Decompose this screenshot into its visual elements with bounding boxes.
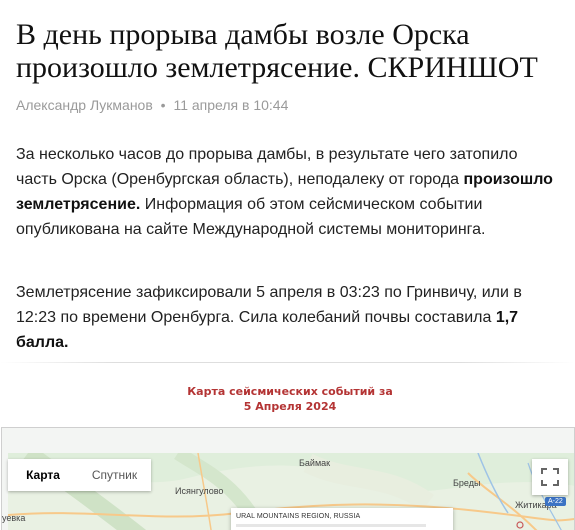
author-name[interactable]: Александр Лукманов: [16, 97, 153, 113]
publish-date: 11 апреля в 10:44: [173, 97, 289, 113]
map-label-isyangulovo: Исянгулово: [175, 486, 224, 496]
map-type-map-button[interactable]: Карта: [8, 459, 78, 491]
paragraph-2-text: Землетрясение зафиксировали 5 апреля в 0…: [16, 284, 522, 326]
fullscreen-icon: [541, 468, 559, 486]
article-title: В день прорыва дамбы возле Орска произош…: [16, 18, 538, 84]
fullscreen-button[interactable]: [532, 459, 568, 495]
map-type-control: Карта Спутник: [8, 459, 151, 491]
map-label-baymak: Баймак: [299, 458, 331, 468]
paragraph-1: За несколько часов до прорыва дамбы, в р…: [16, 142, 561, 242]
info-window-body: [236, 524, 426, 527]
byline-separator: •: [160, 97, 166, 113]
road-badge: А-22: [545, 497, 566, 506]
map-type-satellite-button[interactable]: Спутник: [78, 459, 151, 491]
divider: [0, 362, 575, 363]
byline: Александр Лукманов • 11 апреля в 10:44: [16, 97, 288, 113]
map-label-bredy: Бреды: [453, 478, 481, 488]
paragraph-2: Землетрясение зафиксировали 5 апреля в 0…: [16, 280, 561, 355]
info-window-title: URAL MOUNTAINS REGION, RUSSIA: [236, 513, 361, 520]
paragraph-1-text-a: За несколько часов до прорыва дамбы, в р…: [16, 146, 518, 188]
map-caption-line-2: 5 Апреля 2024: [243, 400, 337, 413]
map-info-window: URAL MOUNTAINS REGION, RUSSIA: [231, 508, 453, 530]
map-caption-line-1: Карта сейсмических событий за: [187, 385, 393, 398]
map-label-left-cut: уевка: [2, 513, 26, 523]
map-caption: Карта сейсмических событий за 5 Апреля 2…: [0, 384, 575, 414]
